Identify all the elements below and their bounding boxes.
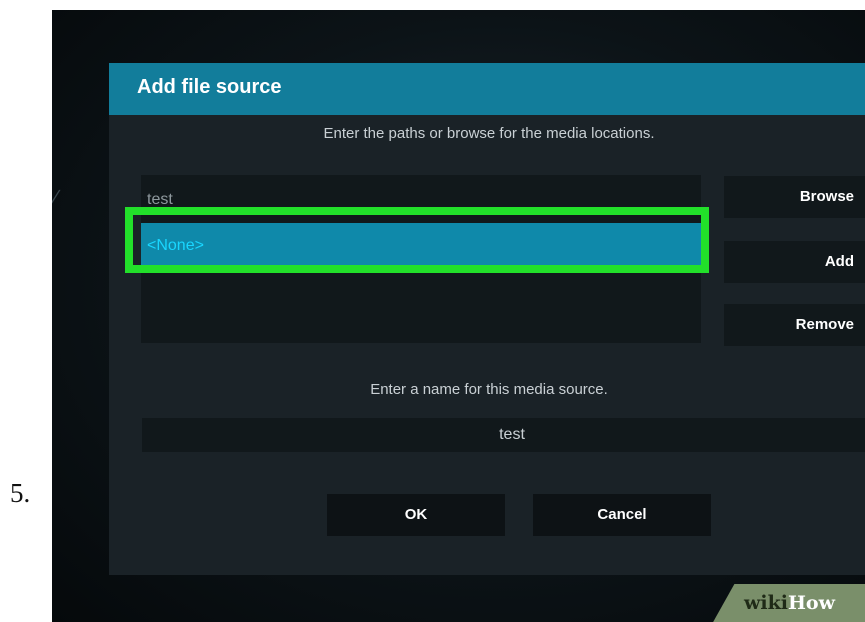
ok-button[interactable]: OK bbox=[327, 494, 505, 536]
path-item-none[interactable]: <None> bbox=[141, 223, 701, 269]
cancel-button[interactable]: Cancel bbox=[533, 494, 711, 536]
background-glyph: ∕ bbox=[54, 185, 58, 210]
path-list: test <None> bbox=[141, 175, 701, 343]
dialog-header: Add file source bbox=[109, 63, 865, 115]
path-item-test[interactable]: test bbox=[141, 177, 701, 223]
browse-button[interactable]: Browse bbox=[724, 176, 865, 218]
wikihow-logo-wiki: wiki bbox=[744, 592, 788, 614]
paths-instruction: Enter the paths or browse for the media … bbox=[323, 125, 655, 142]
source-name-field[interactable]: test bbox=[142, 418, 865, 452]
step-number: 5. bbox=[10, 478, 31, 508]
wikihow-watermark: wikiHow bbox=[712, 584, 865, 622]
remove-button[interactable]: Remove bbox=[724, 304, 865, 346]
wikihow-logo: wikiHow bbox=[744, 592, 835, 614]
kodi-screen: ∕ Add file source Enter the paths or bro… bbox=[52, 10, 865, 622]
wikihow-logo-how: How bbox=[787, 592, 835, 614]
dialog-title: Add file source bbox=[137, 76, 282, 98]
add-button[interactable]: Add bbox=[724, 241, 865, 283]
add-file-source-dialog: Add file source Enter the paths or brows… bbox=[109, 63, 865, 575]
name-instruction: Enter a name for this media source. bbox=[370, 381, 608, 398]
